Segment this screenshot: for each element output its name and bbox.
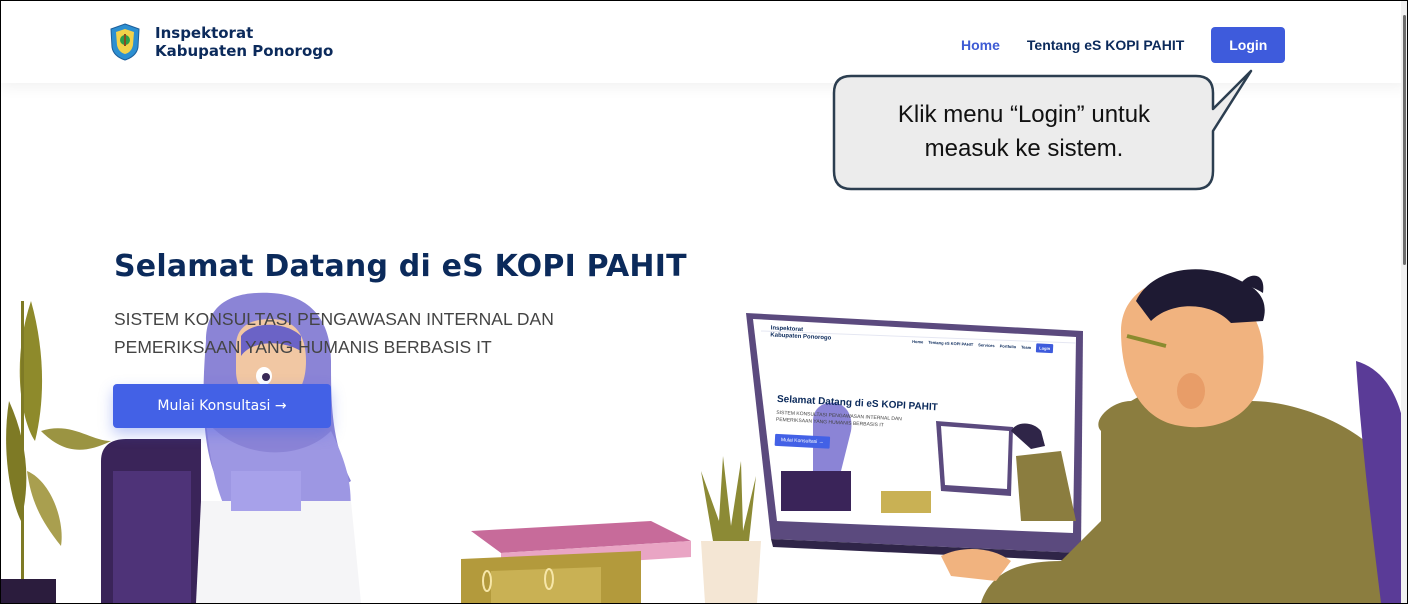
monitor-nav-item: Tentang eS KOPI PAHIT [928,339,974,348]
browser-viewport: Inspektorat Kabupaten Ponorogo Home Tent… [0,0,1408,604]
monitor-brand: Inspektorat Kabupaten Ponorogo [770,325,832,342]
monitor-login-button: Login [1036,343,1054,354]
monitor-nav-item: Team [1020,344,1032,351]
monitor-screen-content: Inspektorat Kabupaten Ponorogo Home Tent… [753,323,1063,528]
monitor-cta: Mulai Konsultasi → [774,433,830,449]
monitor-nav: Home Tentang eS KOPI PAHIT Services Port… [912,337,1054,354]
callout-line-2: measuk ke sistem. [924,135,1124,162]
scrollbar-thumb[interactable] [1403,15,1406,265]
monitor-nav-item: Portfolio [999,343,1017,350]
callout-bubble [832,69,1253,191]
page-scrollbar[interactable] [1401,1,1407,603]
callout-line-1: Klik menu “Login” untuk [897,101,1151,128]
callout-text: Klik menu “Login” untuk measuk ke sistem… [839,98,1209,166]
monitor-subtitle: SISTEM KONSULTASI PENGAWASAN INTERNAL DA… [776,410,902,431]
monitor-nav-item: Services [978,342,995,349]
monitor-nav-item: Home [912,338,924,345]
